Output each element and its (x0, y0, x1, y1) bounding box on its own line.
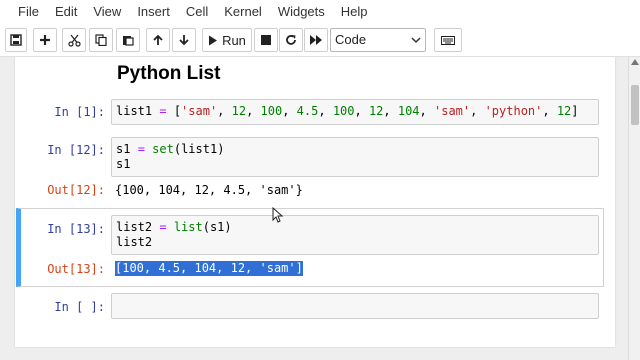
menu-file[interactable]: File (10, 0, 47, 24)
cell-type-value: Code (335, 32, 367, 47)
code-cell-input[interactable]: list1 = ['sam', 12, 100, 4.5, 100, 12, 1… (111, 99, 599, 125)
input-prompt: In [ ]: (54, 300, 105, 314)
menu-help[interactable]: Help (333, 0, 376, 24)
output-prompt: Out[12]: (47, 183, 105, 197)
cell-type-select[interactable]: Code (330, 28, 426, 52)
stop-icon (261, 35, 271, 45)
arrow-up-icon (153, 34, 163, 45)
cut-button[interactable] (62, 28, 86, 52)
scissors-icon (67, 34, 81, 47)
menu-view[interactable]: View (85, 0, 129, 24)
mouse-cursor-icon (272, 207, 284, 223)
copy-icon (95, 34, 107, 46)
save-button[interactable] (5, 28, 27, 52)
menu-edit[interactable]: Edit (47, 0, 85, 24)
menu-cell[interactable]: Cell (178, 0, 216, 24)
menu-bar: File Edit View Insert Cell Kernel Widget… (0, 0, 640, 24)
input-prompt: In [13]: (47, 222, 105, 236)
code-cell-input[interactable]: s1 = set(list1) s1 (111, 137, 599, 177)
run-label: Run (222, 32, 246, 48)
run-button[interactable]: Run (202, 28, 252, 52)
arrow-down-icon (179, 35, 189, 46)
vertical-scrollbar[interactable] (628, 57, 640, 360)
toolbar: Run Code (0, 24, 640, 57)
command-palette-button[interactable] (434, 28, 462, 52)
paste-icon (123, 36, 134, 46)
plus-icon (40, 35, 50, 45)
fast-forward-icon (310, 35, 322, 45)
save-icon (10, 34, 22, 46)
input-prompt: In [1]: (54, 105, 105, 119)
scrollbar-thumb[interactable] (631, 85, 639, 125)
cell-output: {100, 104, 12, 4.5, 'sam'} (115, 183, 303, 197)
keyboard-icon (441, 35, 455, 45)
insert-cell-button[interactable] (33, 28, 57, 52)
notebook-area: Python List In [1]: list1 = ['sam', 12, … (0, 57, 640, 360)
page-title: Python List (117, 63, 221, 84)
notebook-page: Python List In [1]: list1 = ['sam', 12, … (15, 57, 615, 347)
output-prompt: Out[13]: (47, 262, 105, 276)
menu-kernel[interactable]: Kernel (216, 0, 270, 24)
restart-button[interactable] (279, 28, 303, 52)
move-down-button[interactable] (172, 28, 196, 52)
play-icon (209, 35, 218, 45)
copy-button[interactable] (89, 28, 113, 52)
restart-icon (286, 35, 296, 45)
move-up-button[interactable] (146, 28, 170, 52)
cell-output-selected: [100, 4.5, 104, 12, 'sam'] (115, 261, 303, 276)
code-cell-input[interactable] (111, 293, 599, 319)
chevron-down-icon (411, 37, 421, 44)
menu-widgets[interactable]: Widgets (270, 0, 333, 24)
interrupt-button[interactable] (254, 28, 278, 52)
paste-button[interactable] (116, 28, 140, 52)
input-prompt: In [12]: (47, 143, 105, 157)
scroll-up-icon[interactable] (631, 59, 639, 65)
code-cell-input[interactable]: list2 = list(s1) list2 (111, 215, 599, 255)
menu-insert[interactable]: Insert (129, 0, 178, 24)
restart-run-all-button[interactable] (304, 28, 328, 52)
